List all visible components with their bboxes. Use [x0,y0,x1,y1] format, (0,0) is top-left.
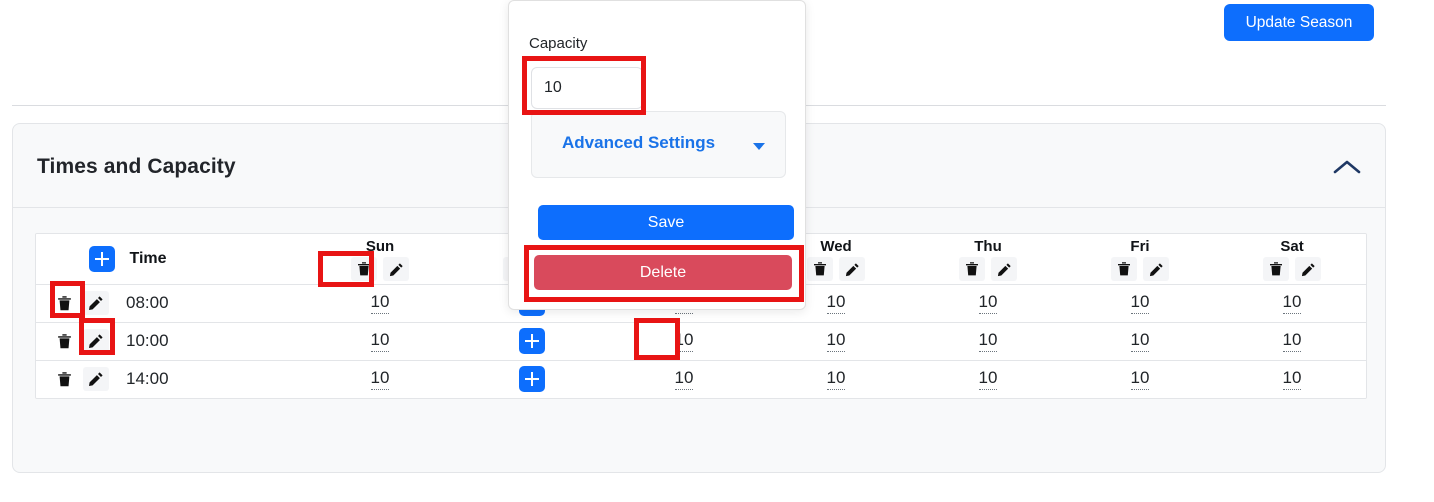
capacity-cell-sun: 10 [304,322,457,361]
trash-icon[interactable] [1262,257,1289,282]
day-column-header-sat: Sat [1216,234,1366,285]
capacity-value[interactable]: 10 [674,330,694,352]
pencil-icon[interactable] [839,257,866,282]
row-time: 10:00 [124,322,305,361]
row-time: 08:00 [124,284,305,323]
add-capacity-cell-button[interactable] [519,366,546,392]
capacity-cell-mon [456,322,609,361]
capacity-value[interactable]: 10 [1282,292,1302,314]
advanced-settings-toggle[interactable]: Advanced Settings [562,133,715,153]
row-actions [36,360,124,398]
trash-icon[interactable] [51,291,77,315]
capacity-cell-thu: 10 [912,360,1065,398]
capacity-cell-sat: 10 [1216,322,1366,361]
trash-icon[interactable] [51,367,77,391]
trash-icon[interactable] [350,257,377,282]
capacity-cell-sat: 10 [1216,360,1366,398]
capacity-value[interactable]: 10 [826,330,846,352]
pencil-icon[interactable] [991,257,1018,282]
pencil-icon[interactable] [383,257,410,282]
page-title: Times and Capacity [37,155,236,178]
capacity-cell-fri: 10 [1064,284,1217,323]
add-time-row-button[interactable] [89,245,115,272]
capacity-value[interactable]: 10 [1130,292,1150,314]
capacity-cell-fri: 10 [1064,360,1217,398]
table-row: 14:00 10 10 10 10 10 10 [36,360,1366,398]
trash-icon[interactable] [51,329,77,353]
row-actions [36,284,124,323]
capacity-value[interactable]: 10 [826,292,846,314]
day-column-header-sun: Sun [304,234,457,285]
capacity-value[interactable]: 10 [1130,330,1150,352]
time-column-header: Time [36,234,305,285]
row-actions [36,322,124,361]
page-root: Update Season Times and Capacity Time Su… [0,0,1434,502]
capacity-value[interactable]: 10 [1130,368,1150,390]
pencil-icon[interactable] [83,329,110,353]
capacity-cell-mon [456,360,609,398]
capacity-cell-sun: 10 [304,284,457,323]
capacity-cell-sat: 10 [1216,284,1366,323]
capacity-value[interactable]: 10 [978,368,998,390]
advanced-settings-panel: Advanced Settings [531,111,786,178]
capacity-value[interactable]: 10 [370,368,390,390]
capacity-value[interactable]: 10 [370,330,390,352]
capacity-input[interactable] [531,67,643,109]
pencil-icon[interactable] [1295,257,1322,282]
capacity-value[interactable]: 10 [1282,368,1302,390]
pencil-icon[interactable] [83,291,110,315]
capacity-value[interactable]: 10 [978,330,998,352]
update-season-button[interactable]: Update Season [1224,4,1374,41]
day-column-header-thu: Thu [912,234,1065,285]
trash-icon[interactable] [958,257,985,282]
chevron-up-icon[interactable] [1327,150,1367,184]
save-button[interactable]: Save [538,205,794,240]
row-time: 14:00 [124,360,305,398]
capacity-cell-sun: 10 [304,360,457,398]
capacity-value[interactable]: 10 [978,292,998,314]
table-row: 10:00 10 10 10 10 10 10 [36,322,1366,361]
capacity-cell-wed: 10 [760,322,913,361]
add-capacity-cell-button[interactable] [519,328,546,354]
capacity-cell-fri: 10 [1064,322,1217,361]
capacity-label: Capacity [529,35,588,52]
capacity-value[interactable]: 10 [826,368,846,390]
pencil-icon[interactable] [1143,257,1170,282]
capacity-value[interactable]: 10 [674,368,694,390]
caret-down-icon[interactable] [753,143,765,150]
capacity-cell-tue: 10 [608,360,761,398]
capacity-cell-tue: 10 [608,322,761,361]
capacity-value[interactable]: 10 [1282,330,1302,352]
capacity-cell-wed: 10 [760,360,913,398]
delete-button[interactable]: Delete [534,255,792,290]
capacity-value[interactable]: 10 [370,292,390,314]
trash-icon[interactable] [1110,257,1137,282]
pencil-icon[interactable] [83,367,110,391]
day-column-header-fri: Fri [1064,234,1217,285]
capacity-cell-thu: 10 [912,284,1065,323]
capacity-cell-thu: 10 [912,322,1065,361]
trash-icon[interactable] [806,257,833,282]
